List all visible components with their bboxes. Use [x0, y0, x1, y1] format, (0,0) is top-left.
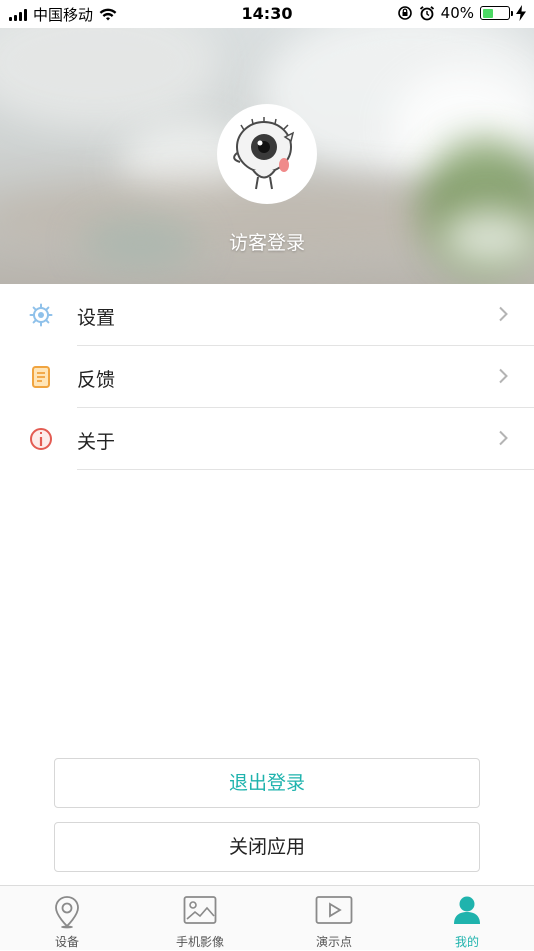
guest-login-link[interactable]: 访客登录: [0, 228, 534, 255]
tab-mine[interactable]: 我的: [400, 886, 534, 951]
profile-header: 访客登录: [0, 28, 534, 284]
feedback-document-icon: [32, 366, 50, 388]
tab-phone-images[interactable]: 手机影像: [133, 886, 267, 951]
location-pin-icon: [55, 896, 79, 929]
battery-icon: [480, 6, 513, 20]
play-icon: [315, 896, 353, 924]
settings-menu: 设置 反馈 关于: [0, 284, 534, 470]
image-icon: [183, 896, 217, 924]
avatar[interactable]: [217, 104, 317, 204]
close-app-button[interactable]: 关闭应用: [54, 822, 480, 872]
person-icon: [454, 896, 480, 924]
menu-item-settings[interactable]: 设置: [0, 284, 534, 346]
divider: [77, 469, 534, 470]
chevron-right-icon: [499, 306, 508, 322]
battery-level: [482, 8, 493, 18]
tab-demo-points[interactable]: 演示点: [267, 886, 401, 951]
tab-label: 我的: [454, 935, 479, 949]
tab-label: 设备: [54, 935, 79, 949]
alarm-icon: [419, 6, 434, 21]
tab-bar: 设备 手机影像 演示点 我的: [0, 885, 534, 950]
menu-item-label: 关于: [77, 431, 116, 453]
charging-bolt-icon: [516, 5, 526, 21]
battery-percent: 40%: [440, 4, 474, 22]
logout-button[interactable]: 退出登录: [54, 758, 480, 808]
rotation-lock-icon: [397, 6, 412, 20]
about-info-icon: [30, 428, 52, 450]
status-bar: 中国移动 14:30 40%: [0, 0, 534, 28]
chevron-right-icon: [499, 368, 508, 384]
tab-label: 演示点: [315, 935, 352, 949]
menu-item-label: 设置: [77, 307, 116, 329]
tab-label: 手机影像: [175, 935, 224, 949]
menu-item-feedback[interactable]: 反馈: [0, 346, 534, 408]
menu-item-about[interactable]: 关于: [0, 408, 534, 470]
settings-gear-icon: [29, 303, 53, 327]
chevron-right-icon: [499, 430, 508, 446]
menu-item-label: 反馈: [77, 369, 116, 391]
cartoon-eye-mascot-icon: [220, 107, 314, 201]
tab-devices[interactable]: 设备: [0, 886, 134, 951]
